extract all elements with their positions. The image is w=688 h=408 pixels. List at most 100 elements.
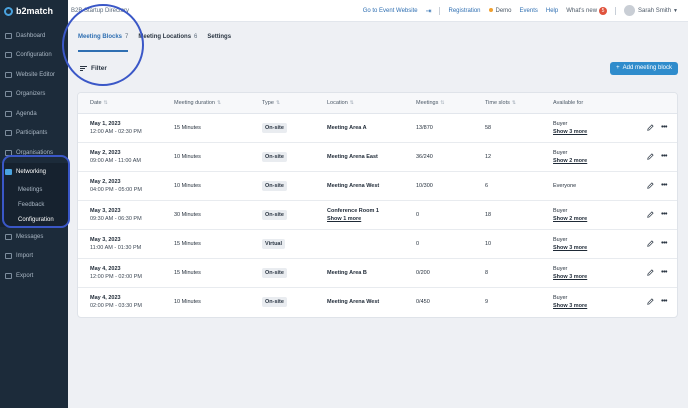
row-actions: ••• (633, 182, 677, 189)
column-header-location[interactable]: Location ⇅ (315, 93, 404, 114)
tab-meeting-locations[interactable]: Meeting Locations 6 (138, 22, 197, 52)
sidebar-subitem-feedback[interactable]: Feedback (0, 197, 68, 212)
demo-link[interactable]: Demo (488, 7, 512, 14)
export-icon (5, 272, 12, 279)
type-badge: On-site (262, 267, 287, 278)
filter-label: Filter (91, 64, 107, 72)
more-options-icon[interactable]: ••• (661, 182, 667, 189)
cell-type: On-site (250, 258, 315, 288)
events-link[interactable]: Events (520, 8, 538, 14)
sidebar-item-organisations[interactable]: Organisations (0, 143, 68, 163)
sidebar-item-agenda[interactable]: Agenda (0, 104, 68, 124)
sidebar-item-website-editor[interactable]: Website Editor (0, 65, 68, 85)
table-row[interactable]: May 2, 2023 04:00 PM - 05:00 PM 10 Minute… (78, 171, 677, 201)
table-row[interactable]: May 1, 2023 12:00 AM - 02:30 PM 15 Minute… (78, 113, 677, 143)
sort-icon: ⇅ (349, 99, 354, 106)
more-options-icon[interactable]: ••• (661, 153, 667, 160)
cell-time-slots: 18 (473, 200, 541, 230)
chevron-down-icon: ▼ (673, 7, 678, 14)
column-header-type[interactable]: Type ⇅ (250, 93, 315, 114)
sidebar-item-label: Messages (16, 233, 44, 240)
sidebar-item-configuration[interactable]: Configuration (0, 46, 68, 66)
sidebar-subitem-meetings[interactable]: Meetings (0, 182, 68, 197)
column-header-meetings[interactable]: Meetings ⇅ (404, 93, 473, 114)
cell-meetings: 13/870 (404, 113, 473, 143)
sidebar-item-networking[interactable]: Networking (0, 163, 68, 183)
column-header-date[interactable]: Date ⇅ (78, 93, 162, 114)
type-badge: Virtual (262, 238, 286, 249)
go-to-event-link[interactable]: Go to Event Website (363, 8, 418, 14)
pencil-icon[interactable] (647, 240, 654, 247)
row-available: Everyone (553, 182, 577, 189)
sidebar-item-import[interactable]: Import (0, 247, 68, 267)
column-header-time-slots[interactable]: Time slots ⇅ (473, 93, 541, 114)
divider (439, 6, 441, 15)
sidebar-item-organizers[interactable]: Organizers (0, 85, 68, 105)
table-row[interactable]: May 4, 2023 02:00 PM - 03:30 PM 10 Minute… (78, 287, 677, 316)
registration-link[interactable]: Registration (448, 8, 480, 14)
header-label: Location (327, 99, 348, 106)
pencil-icon[interactable] (647, 269, 654, 276)
row-time: 12:00 AM - 02:30 PM (90, 128, 142, 135)
row-available: Buyer (553, 236, 568, 243)
more-options-icon[interactable]: ••• (661, 240, 667, 247)
demo-status-icon (488, 7, 493, 12)
more-options-icon[interactable]: ••• (661, 298, 667, 305)
sidebar-item-export[interactable]: Export (0, 266, 68, 286)
meeting-blocks-table: Date ⇅ Meeting duration ⇅ Type ⇅ Location ⇅ … (78, 93, 677, 316)
sidebar-item-messages[interactable]: Messages (0, 227, 68, 247)
sidebar-item-participants[interactable]: Participants (0, 124, 68, 144)
tab-count: 6 (194, 34, 198, 40)
user-menu[interactable]: Sarah Smith ▼ (624, 5, 678, 16)
pencil-icon[interactable] (647, 124, 654, 131)
table-row[interactable]: May 4, 2023 12:00 PM - 02:00 PM 15 Minute… (78, 258, 677, 288)
row-available: Buyer (553, 294, 568, 301)
location-show-more-link[interactable]: Show 1 more (327, 216, 404, 222)
available-show-more-link[interactable]: Show 2 more (553, 158, 621, 164)
available-show-more-link[interactable]: Show 2 more (553, 216, 621, 222)
available-show-more-link[interactable]: Show 3 more (553, 274, 621, 280)
sidebar: b2match Dashboard Configuration Website … (0, 0, 68, 408)
meeting-blocks-table-card: Date ⇅ Meeting duration ⇅ Type ⇅ Location ⇅ … (77, 92, 678, 318)
cell-meetings: 10/300 (404, 171, 473, 201)
tab-label: Settings (207, 34, 232, 40)
cell-type: On-site (250, 171, 315, 201)
whats-new-link[interactable]: What's new 5 (566, 6, 608, 15)
sidebar-subitem-configuration[interactable]: Configuration (0, 212, 68, 227)
table-row[interactable]: May 2, 2023 09:00 AM - 11:00 AM 10 Minute… (78, 142, 677, 172)
pencil-icon[interactable] (647, 153, 654, 160)
cell-available-for: Everyone (541, 171, 621, 201)
top-bar-actions: Go to Event Website ⇥ Registration Demo … (363, 5, 688, 16)
tab-meeting-blocks[interactable]: Meeting Blocks 7 (78, 22, 129, 52)
add-meeting-block-button[interactable]: + Add meeting block (610, 61, 678, 75)
cell-type: Virtual (250, 229, 315, 259)
event-title[interactable]: B2B Startup Directory (68, 8, 129, 14)
available-show-more-link[interactable]: Show 3 more (553, 245, 621, 251)
more-options-icon[interactable]: ••• (661, 211, 667, 218)
column-header-duration[interactable]: Meeting duration ⇅ (162, 93, 250, 114)
more-options-icon[interactable]: ••• (661, 269, 667, 276)
sidebar-item-label: Export (16, 272, 34, 279)
cell-time-slots: 8 (473, 258, 541, 288)
cell-meetings: 36/240 (404, 142, 473, 172)
sidebar-item-label: Organisations (16, 149, 54, 156)
header-label: Type (262, 99, 274, 106)
table-row[interactable]: May 3, 2023 11:00 AM - 01:30 PM 15 Minute… (78, 229, 677, 259)
cell-available-for: Buyer Show 2 more (541, 200, 621, 230)
more-options-icon[interactable]: ••• (661, 124, 667, 131)
sidebar-item-dashboard[interactable]: Dashboard (0, 26, 68, 46)
column-header-actions (621, 93, 677, 114)
tab-settings[interactable]: Settings (207, 22, 231, 52)
row-actions: ••• (633, 240, 677, 247)
pencil-icon[interactable] (647, 211, 654, 218)
available-show-more-link[interactable]: Show 3 more (553, 129, 621, 135)
table-row[interactable]: May 3, 2023 09:30 AM - 06:30 PM 30 Minute… (78, 200, 677, 230)
pencil-icon[interactable] (647, 182, 654, 189)
cell-duration: 10 Minutes (162, 171, 250, 201)
filter-button[interactable]: Filter (68, 65, 107, 72)
pencil-icon[interactable] (647, 298, 654, 306)
available-show-more-link[interactable]: Show 3 more (553, 303, 621, 309)
app-logo[interactable]: b2match (0, 0, 68, 22)
cell-duration: 10 Minutes (162, 142, 250, 172)
help-link[interactable]: Help (546, 8, 558, 14)
